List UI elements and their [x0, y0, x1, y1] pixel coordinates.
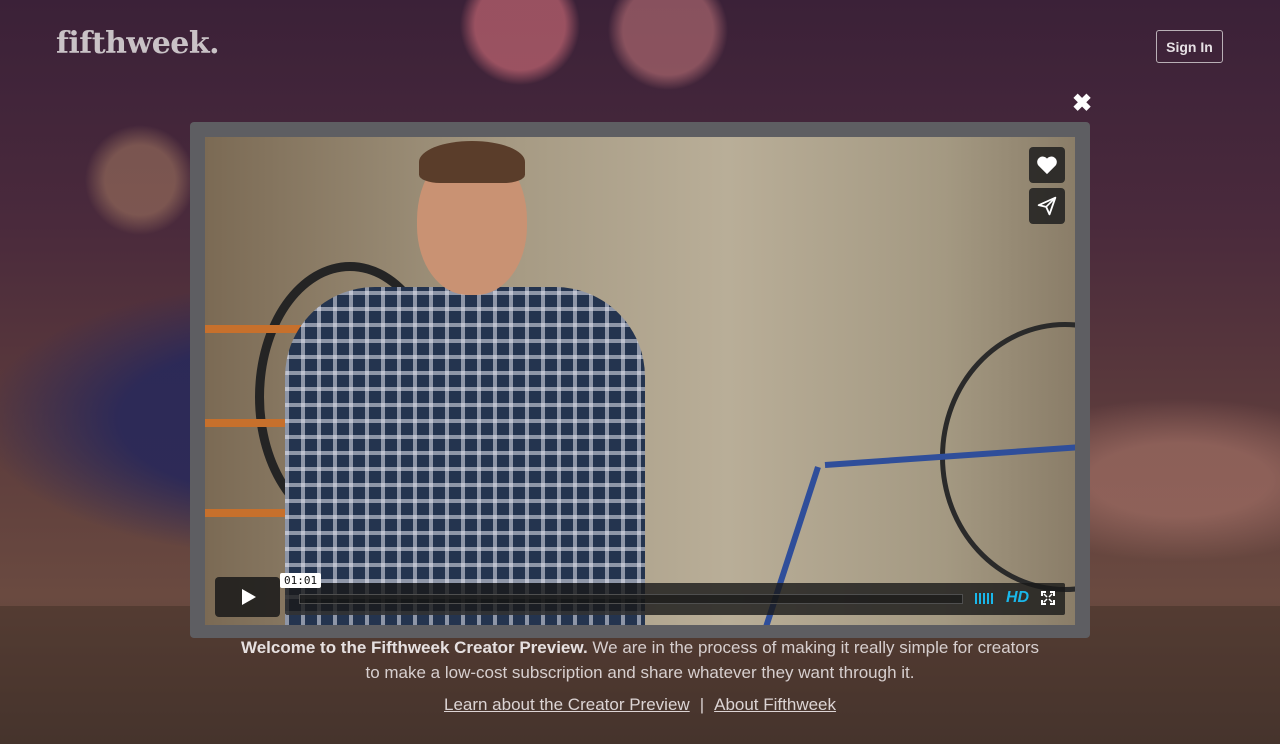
video-scene-person-hair: [419, 141, 525, 183]
link-separator: |: [699, 695, 705, 714]
intro-text: Welcome to the Fifthweek Creator Preview…: [240, 635, 1040, 685]
footer-links: Learn about the Creator Preview | About Fi…: [0, 695, 1280, 715]
logo[interactable]: fifthweek.: [56, 26, 220, 61]
play-button[interactable]: [215, 577, 280, 617]
player-controls: HD 01:01: [215, 573, 1065, 619]
video-modal: HD 01:01: [190, 122, 1090, 638]
about-link[interactable]: About Fifthweek: [714, 695, 836, 714]
play-icon: [241, 589, 256, 605]
intro-heading: Welcome to the Fifthweek Creator Preview…: [240, 638, 588, 657]
close-icon[interactable]: ✖: [1071, 92, 1093, 116]
fullscreen-icon[interactable]: [1041, 591, 1055, 610]
sign-in-button[interactable]: Sign In: [1156, 30, 1223, 63]
progress-track[interactable]: [299, 594, 963, 604]
share-button[interactable]: [1029, 188, 1065, 224]
control-bar: HD: [285, 583, 1065, 615]
heart-icon: [1037, 156, 1057, 175]
video-scene-person: [285, 287, 645, 625]
hd-toggle[interactable]: HD: [1006, 589, 1029, 607]
creator-preview-link[interactable]: Learn about the Creator Preview: [444, 695, 690, 714]
send-icon: [1037, 196, 1057, 216]
like-button[interactable]: [1029, 147, 1065, 183]
time-tooltip: 01:01: [280, 573, 322, 588]
volume-icon[interactable]: [975, 593, 993, 604]
video-player[interactable]: HD 01:01: [205, 137, 1075, 625]
